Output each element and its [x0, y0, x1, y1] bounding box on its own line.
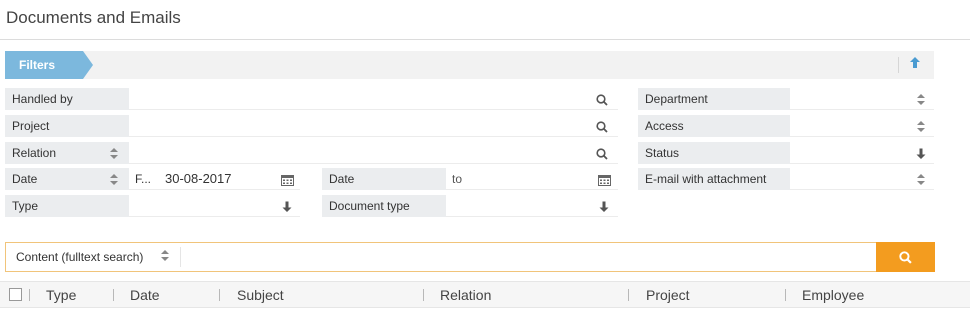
calendar-icon[interactable] [594, 168, 614, 190]
calendar-icon[interactable] [277, 168, 297, 190]
date-to-label: Date [322, 168, 446, 190]
relation-field[interactable] [129, 142, 618, 164]
filters-tab[interactable]: Filters [5, 51, 93, 79]
search-icon[interactable] [592, 115, 612, 137]
fulltext-search-input[interactable] [184, 246, 874, 268]
filters-bar: Filters [5, 51, 934, 79]
document-type-label: Document type [322, 195, 446, 217]
date-to-placeholder: to [452, 172, 463, 186]
search-icon [899, 251, 912, 265]
status-label: Status [638, 142, 790, 164]
date-mode-field[interactable]: F... [129, 168, 159, 190]
column-header-subject[interactable]: Subject [237, 282, 284, 308]
type-select[interactable] [129, 195, 300, 217]
email-attachment-label: E-mail with attachment [638, 168, 790, 190]
project-label: Project [5, 115, 129, 137]
search-divider [180, 247, 181, 267]
title-divider [0, 39, 970, 40]
column-divider [628, 289, 629, 301]
arrow-down-icon[interactable] [594, 195, 614, 217]
column-divider [113, 289, 114, 301]
select-all-checkbox[interactable] [9, 288, 22, 301]
column-header-date[interactable]: Date [130, 282, 160, 308]
project-field[interactable] [129, 115, 618, 137]
column-divider [29, 289, 30, 301]
results-table-header: Type Date Subject Relation Project Emplo… [0, 281, 970, 308]
collapse-filters-button[interactable] [905, 56, 925, 74]
column-header-project[interactable]: Project [646, 282, 690, 308]
search-mode-select[interactable]: Content (fulltext search) [6, 243, 180, 271]
search-button[interactable] [876, 242, 935, 272]
type-label: Type [5, 195, 129, 217]
fulltext-search-bar: Content (fulltext search) [5, 242, 935, 272]
column-header-employee[interactable]: Employee [802, 282, 864, 308]
sort-updown-icon[interactable] [104, 168, 124, 190]
search-icon[interactable] [592, 88, 612, 110]
arrow-down-icon[interactable] [911, 142, 931, 164]
date-to-field[interactable]: to [446, 168, 618, 190]
document-type-select[interactable] [446, 195, 618, 217]
page-title: Documents and Emails [6, 8, 181, 27]
arrow-up-icon [910, 57, 920, 68]
column-divider [785, 289, 786, 301]
sort-updown-icon[interactable] [156, 243, 174, 271]
search-icon[interactable] [592, 142, 612, 164]
sort-updown-icon[interactable] [911, 168, 931, 190]
arrow-down-icon[interactable] [277, 195, 297, 217]
sort-updown-icon[interactable] [104, 142, 124, 164]
column-header-type[interactable]: Type [46, 282, 76, 308]
column-header-relation[interactable]: Relation [440, 282, 491, 308]
collapse-divider [898, 57, 899, 73]
handled-by-label: Handled by [5, 88, 129, 110]
column-divider [423, 289, 424, 301]
column-divider [219, 289, 220, 301]
handled-by-field[interactable] [129, 88, 618, 110]
sort-updown-icon[interactable] [911, 115, 931, 137]
department-label: Department [638, 88, 790, 110]
sort-updown-icon[interactable] [911, 88, 931, 110]
access-label: Access [638, 115, 790, 137]
